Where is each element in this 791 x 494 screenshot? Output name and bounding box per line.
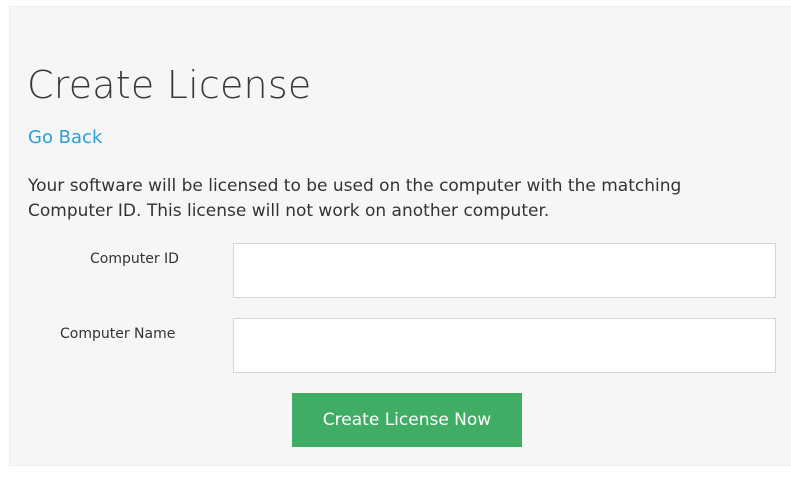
license-description: Your software will be licensed to be use… [28,176,682,221]
create-license-button[interactable]: Create License Now [292,393,522,447]
computer-id-label: Computer ID [90,251,179,267]
computer-id-input[interactable] [233,243,776,298]
page-title: Create License [27,63,312,107]
go-back-link[interactable]: Go Back [28,126,102,150]
computer-name-input[interactable] [233,318,776,373]
computer-name-label: Computer Name [60,326,176,342]
